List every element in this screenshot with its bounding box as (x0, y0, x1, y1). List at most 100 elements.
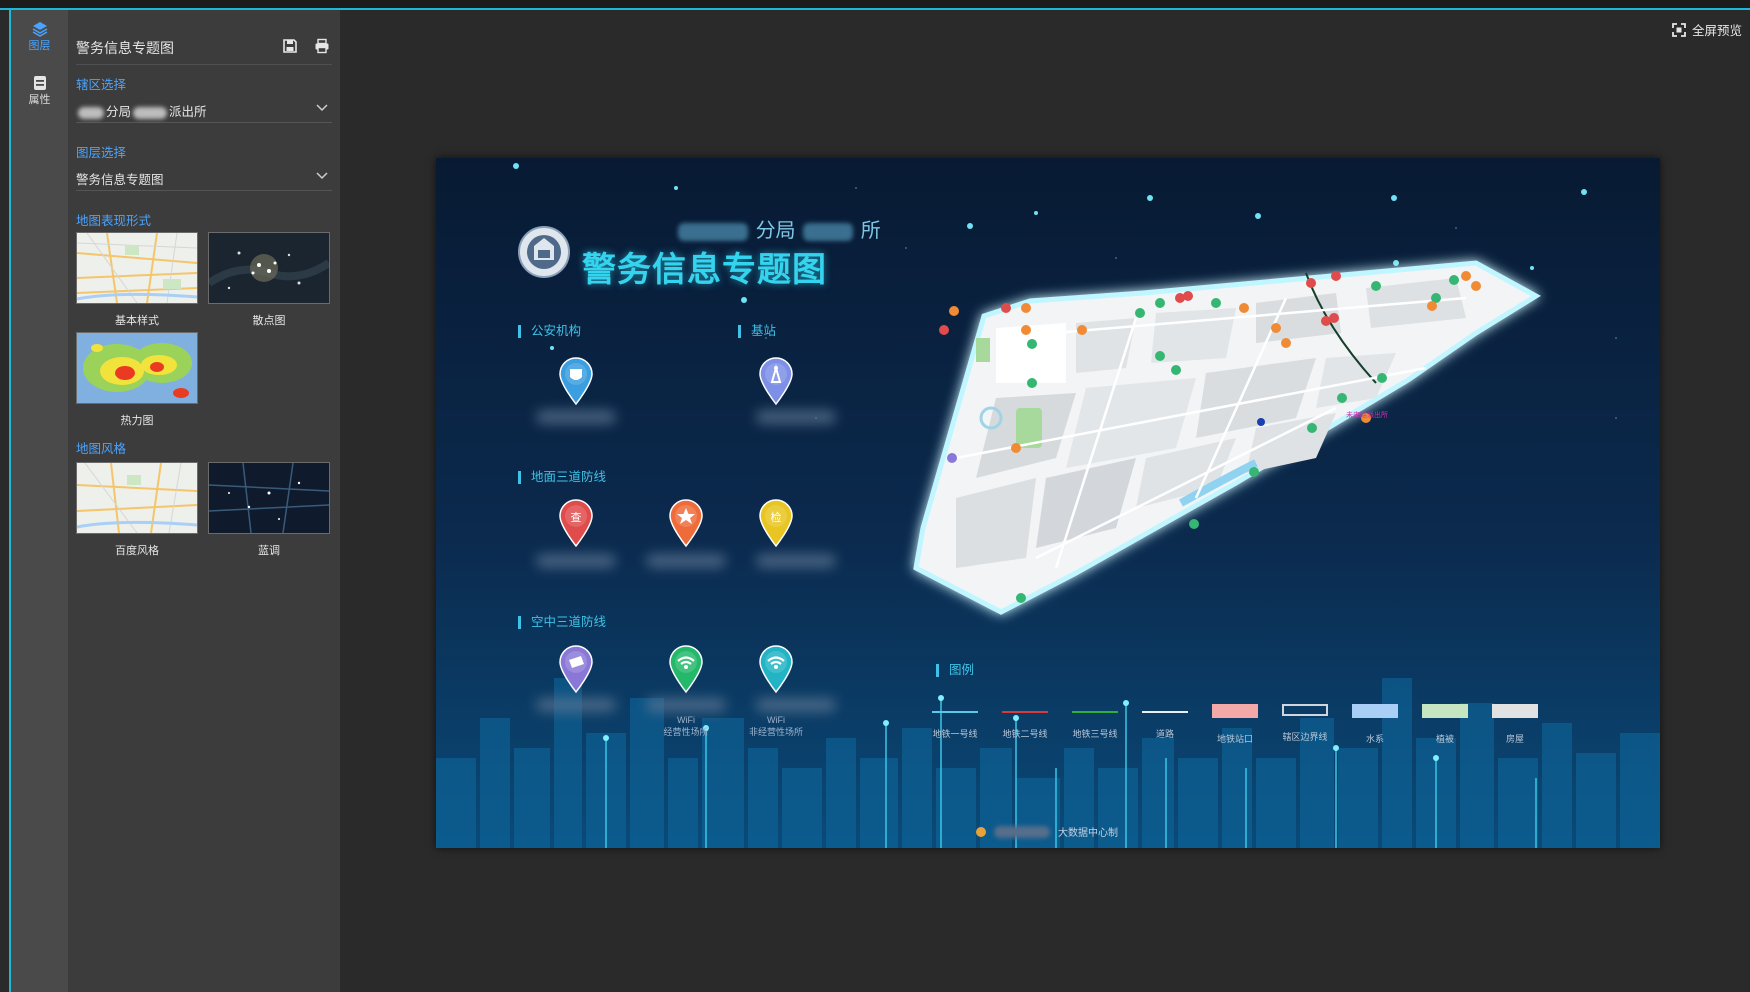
map-style-baidu-label: 百度风格 (115, 545, 159, 557)
legend-swatch (1072, 711, 1118, 713)
station-marker-icon (759, 357, 793, 406)
map-form-basic-thumb[interactable] (76, 232, 198, 304)
legend-item: 辖区边界线 (1270, 704, 1340, 743)
legend-item: 地铁三号线 (1060, 704, 1130, 740)
legend-swatch (1492, 704, 1538, 718)
legend-swatch (1282, 704, 1328, 716)
map-form-scatter-thumb[interactable] (208, 232, 330, 304)
legend-label: 地铁站口 (1216, 734, 1253, 744)
side-rail: 图层 属性 (11, 10, 68, 992)
layer-select[interactable]: 警务信息专题图 (76, 164, 332, 191)
tab-layers-label: 图层 (28, 40, 51, 52)
redacted-text (803, 222, 854, 241)
layers-icon (32, 22, 47, 37)
fullscreen-icon (1672, 22, 1686, 37)
legend-label: 水系 (1365, 734, 1384, 744)
redacted-label (536, 554, 616, 568)
map-poster-preview: 分局 所 警务信息专题图 公安机构 基站 地面三道防线 空中三道防线 查 检 WiF… (436, 158, 1660, 848)
pin-station[interactable] (756, 354, 796, 406)
legend-label: 地铁三号线 (1072, 729, 1118, 739)
poster-footer: 大数据中心制 (976, 824, 1118, 839)
police-emblem-icon (518, 226, 570, 278)
pin-inspect[interactable]: 检 (756, 496, 796, 548)
legend-title: 图例 (936, 664, 974, 677)
redacted-label (536, 698, 616, 712)
pin-service[interactable] (666, 496, 706, 548)
legend-item: 植被 (1410, 704, 1480, 745)
legend-swatch (1212, 704, 1258, 718)
map-style-blue-label: 蓝调 (258, 545, 280, 557)
map-style-label: 地图风格 (76, 442, 127, 456)
layer-panel: 警务信息专题图 辖区选择 分局 派出所 图层选择 警务信息专题图 地图表现形式 (68, 10, 340, 992)
pin-check[interactable]: 查 (556, 496, 596, 548)
pin-camera[interactable] (556, 642, 596, 694)
category-ground: 地面三道防线 (518, 471, 606, 484)
chevron-down-icon (316, 104, 328, 112)
redacted-text (78, 106, 104, 119)
footer-text: 大数据中心制 (1058, 828, 1118, 839)
legend-swatch (1142, 711, 1188, 713)
svg-text:查: 查 (571, 510, 582, 524)
map-form-scatter-label: 散点图 (252, 315, 286, 327)
legend-label: 道路 (1155, 729, 1174, 739)
map-form-heatmap-thumb[interactable] (76, 332, 198, 404)
fullscreen-preview-button[interactable]: 全屏预览 (1672, 20, 1742, 39)
legend-swatch (1002, 711, 1048, 713)
print-button[interactable] (314, 38, 332, 56)
panel-header: 警务信息专题图 (76, 30, 332, 65)
category-station: 基站 (738, 325, 776, 338)
legend-label: 地铁二号线 (1002, 729, 1048, 739)
wifi2-marker-icon (759, 645, 793, 694)
legend-item: 地铁一号线 (920, 704, 990, 740)
redacted-text (994, 825, 1050, 838)
basic-map-thumbnail (77, 233, 197, 303)
district-value-mid: 分局 (106, 105, 132, 119)
svg-text:检: 检 (771, 510, 782, 524)
pin-police[interactable] (556, 354, 596, 406)
pin-caption-wifi2: WiFi 非经营性场所 (748, 715, 803, 737)
wifi1-marker-icon (669, 645, 703, 694)
heatmap-thumbnail (77, 333, 197, 403)
poster-subtitle-b: 所 (860, 220, 881, 242)
baidu-style-thumbnail (77, 463, 197, 533)
legend-label: 辖区边界线 (1282, 732, 1328, 742)
legend-item: 水系 (1340, 704, 1410, 745)
layer-select-value: 警务信息专题图 (76, 173, 164, 187)
map-style-blue-thumb[interactable] (208, 462, 330, 534)
service-marker-icon (669, 499, 703, 548)
save-button[interactable] (282, 38, 300, 56)
redacted-text (133, 106, 168, 119)
footer-logo-icon (976, 826, 986, 837)
district-label: 辖区选择 (76, 78, 127, 92)
map-form-heatmap-label: 热力图 (120, 415, 154, 427)
police-marker-icon (559, 357, 593, 406)
redacted-label (536, 410, 616, 424)
redacted-label (646, 698, 726, 712)
legend-label: 植被 (1435, 734, 1454, 744)
redacted-text (678, 222, 748, 241)
map-form-basic-label: 基本样式 (115, 315, 159, 327)
redacted-label (756, 698, 836, 712)
legend-swatch (1352, 704, 1398, 718)
map-form-label: 地图表现形式 (76, 214, 152, 228)
legend-item: 地铁二号线 (990, 704, 1060, 740)
district-select[interactable]: 分局 派出所 (76, 96, 332, 123)
chevron-down-icon (316, 172, 328, 180)
legend-item: 地铁站口 (1200, 704, 1270, 745)
map-style-baidu-thumb[interactable] (76, 462, 198, 534)
tab-properties[interactable]: 属性 (11, 64, 68, 118)
check-marker-icon: 查 (559, 499, 593, 548)
panel-title: 警务信息专题图 (76, 40, 174, 56)
category-air: 空中三道防线 (518, 616, 606, 629)
poster-title: 警务信息专题图 (582, 251, 827, 289)
redacted-label (756, 410, 836, 424)
scatter-map-thumbnail (209, 233, 329, 303)
poster-subtitle: 分局 所 (676, 214, 881, 243)
district-select-value: 分局 派出所 (76, 101, 207, 120)
tab-layers[interactable]: 图层 (11, 10, 68, 64)
pin-wifi1[interactable] (666, 642, 706, 694)
blue-style-thumbnail (209, 463, 329, 533)
pin-wifi2[interactable] (756, 642, 796, 694)
fullscreen-label: 全屏预览 (1691, 24, 1742, 38)
redacted-label (756, 554, 836, 568)
